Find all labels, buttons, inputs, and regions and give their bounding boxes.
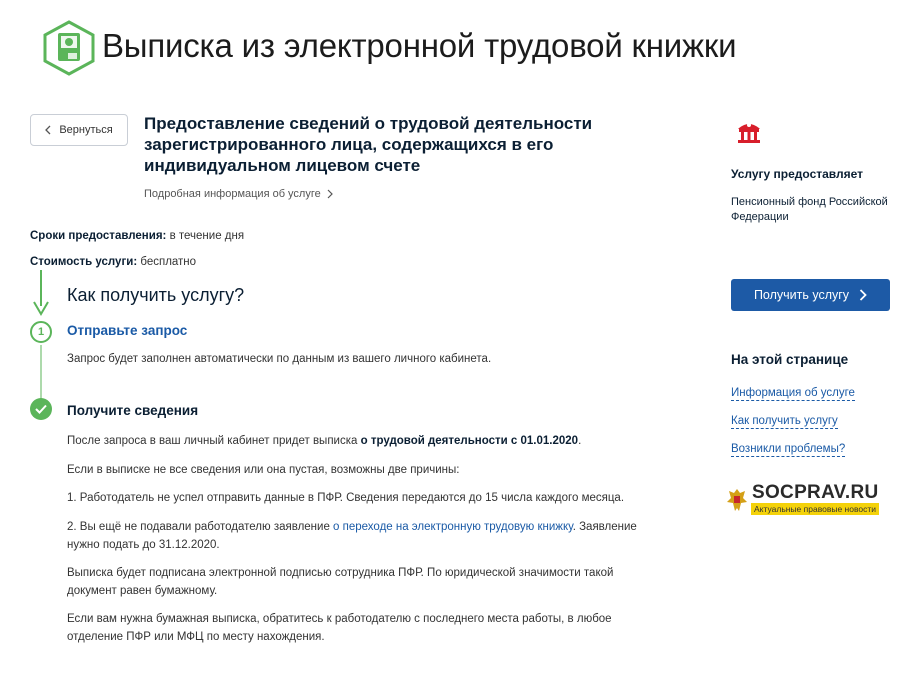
step-1-text: Запрос будет заполнен автоматически по д… [67, 353, 492, 365]
p1-end: . [578, 435, 582, 447]
back-button[interactable]: Вернуться [30, 114, 128, 146]
back-button-label: Вернуться [59, 124, 113, 136]
service-details-label: Подробная информация об услуге [144, 188, 321, 200]
how-to-title: Как получить услугу? [67, 285, 245, 305]
etk-logo-icon [43, 20, 95, 76]
p4-text: 2. Вы ещё не подавали работодателю заявл… [67, 521, 330, 533]
watermark-name: SOCPRAV.RU [752, 482, 879, 503]
service-details-link[interactable]: Подробная информация об услуге [144, 188, 333, 200]
toc-link-how[interactable]: Как получить услугу [731, 414, 838, 429]
step-2-paragraph-6: Если вам нужна бумажная выписка, обратит… [67, 613, 612, 643]
etk-application-link[interactable]: о переходе на электронную трудовую книжк… [333, 521, 573, 533]
check-icon [30, 398, 52, 420]
step-2-paragraph-3: 1. Работодатель не успел отправить данны… [67, 492, 625, 504]
service-title: Предоставление сведений о трудовой деяте… [144, 114, 593, 175]
get-service-button[interactable]: Получить услугу [731, 279, 890, 311]
terms-label: Сроки предоставления: [30, 230, 167, 242]
cost-label: Стоимость услуги: [30, 256, 138, 268]
step-1-title[interactable]: Отправьте запрос [67, 323, 187, 338]
step-2-paragraph-2: Если в выписке не все сведения или она п… [67, 464, 460, 476]
coat-of-arms-icon [727, 489, 747, 511]
step-2-paragraph-5: Выписка будет подписана электронной подп… [67, 567, 614, 597]
pfr-logo-icon [738, 123, 760, 143]
page-header-title: Выписка из электронной трудовой книжки [102, 27, 737, 64]
step-2-title: Получите сведения [67, 403, 199, 418]
cost-row: Стоимость услуги: бесплатно [30, 256, 196, 268]
chevron-right-icon [859, 289, 867, 301]
watermark-tagline: Актуальные правовые новости [751, 503, 880, 515]
arrow-down-icon [33, 301, 49, 316]
terms-row: Сроки предоставления: в течение дня [30, 230, 244, 242]
p1-text: После запроса в ваш личный кабинет приде… [67, 435, 358, 447]
provider-name: Пенсионный фонд Российской Федерации [731, 196, 888, 223]
get-service-label: Получить услугу [753, 288, 850, 302]
step-2-paragraph-4: 2. Вы ещё не подавали работодателю заявл… [67, 518, 657, 554]
p1-bold: о трудовой деятельности с 01.01.2020 [360, 435, 579, 447]
step-1-number: 1 [30, 321, 52, 343]
terms-value: в течение дня [169, 230, 245, 242]
timeline-line-middle [40, 345, 42, 399]
chevron-left-icon [45, 125, 51, 135]
provider-label: Услугу предоставляет [731, 167, 864, 181]
toc-link-info[interactable]: Информация об услуге [731, 386, 855, 401]
step-2-paragraph-1: После запроса в ваш личный кабинет приде… [67, 432, 657, 450]
toc-title: На этой странице [731, 352, 849, 367]
cost-value: бесплатно [140, 256, 197, 268]
toc-link-problems[interactable]: Возникли проблемы? [731, 442, 846, 457]
chevron-right-icon [327, 189, 333, 199]
